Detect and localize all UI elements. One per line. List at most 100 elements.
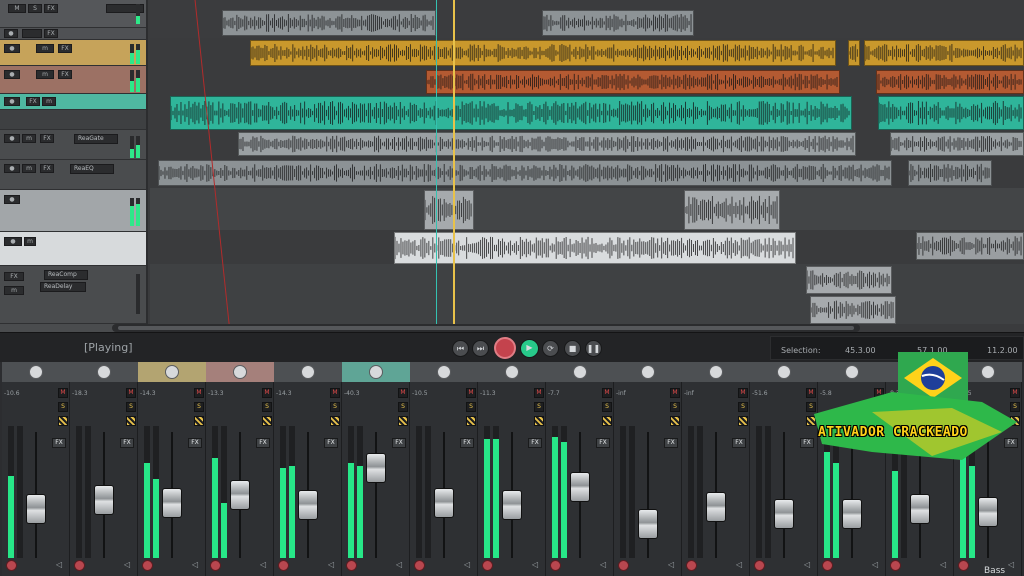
record-arm-button[interactable]: ● xyxy=(4,164,20,173)
track-lanes[interactable] xyxy=(150,0,1024,332)
speaker-icon[interactable]: ◁ xyxy=(1008,560,1018,570)
solo-button[interactable]: S xyxy=(330,402,340,412)
io-button[interactable]: m xyxy=(36,70,54,79)
pan-knob[interactable] xyxy=(97,365,111,379)
fx-button[interactable]: FX xyxy=(58,44,72,53)
fx-button[interactable]: FX xyxy=(392,438,406,448)
horizontal-scrollbar[interactable] xyxy=(112,324,860,332)
volume-fader[interactable] xyxy=(162,487,182,518)
stop-button[interactable]: ■ xyxy=(564,340,581,357)
volume-readout[interactable]: -inf xyxy=(684,390,694,397)
volume-fader[interactable] xyxy=(910,494,930,525)
fx-button[interactable]: FX xyxy=(188,438,202,448)
speaker-icon[interactable]: ◁ xyxy=(736,560,746,570)
pan-knob[interactable] xyxy=(301,365,315,379)
record-arm-button[interactable]: ● xyxy=(4,195,20,204)
phase-button[interactable] xyxy=(194,416,204,426)
pan-knob[interactable] xyxy=(437,365,451,379)
pan-knob[interactable] xyxy=(369,365,383,379)
phase-button[interactable] xyxy=(466,416,476,426)
volume-fader[interactable] xyxy=(94,484,114,515)
record-arm-button[interactable] xyxy=(74,560,85,571)
pan-knob[interactable] xyxy=(777,365,791,379)
pan-knob[interactable] xyxy=(709,365,723,379)
media-item[interactable] xyxy=(810,296,896,324)
volume-readout[interactable]: -18.3 xyxy=(72,390,88,397)
volume-fader[interactable] xyxy=(774,499,794,530)
media-item[interactable] xyxy=(908,160,992,186)
mute-button[interactable]: M xyxy=(330,388,340,398)
fx-button[interactable]: FX xyxy=(44,29,58,38)
solo-button[interactable]: S xyxy=(28,4,42,13)
fx-button[interactable]: FX xyxy=(664,438,678,448)
media-item[interactable] xyxy=(684,190,780,230)
speaker-icon[interactable]: ◁ xyxy=(328,560,338,570)
phase-button[interactable] xyxy=(126,416,136,426)
volume-readout[interactable]: -10.6 xyxy=(4,390,20,397)
arrange-view[interactable]: M S FX ● FX ● m FX ● m FX ● FX m ● m FX … xyxy=(0,0,1024,332)
track-header[interactable]: ● FX xyxy=(0,28,146,40)
go-to-end-button[interactable]: ⏭ xyxy=(472,340,489,357)
record-arm-button[interactable] xyxy=(142,560,153,571)
media-item[interactable] xyxy=(806,266,892,294)
record-arm-button[interactable] xyxy=(482,560,493,571)
media-item[interactable] xyxy=(424,190,474,230)
solo-button[interactable]: S xyxy=(194,402,204,412)
media-item[interactable] xyxy=(250,40,836,66)
mute-button[interactable]: M xyxy=(738,388,748,398)
io-button[interactable]: m xyxy=(22,134,36,143)
volume-fader[interactable] xyxy=(638,508,658,539)
play-button[interactable]: ▶ xyxy=(520,339,539,358)
mute-button[interactable]: M xyxy=(194,388,204,398)
track-header[interactable]: ● m xyxy=(0,232,146,266)
volume-fader[interactable] xyxy=(502,489,522,520)
solo-button[interactable]: S xyxy=(534,402,544,412)
solo-button[interactable]: S xyxy=(262,402,272,412)
media-item[interactable] xyxy=(222,10,436,36)
track-header[interactable]: ● m FX ReaGate xyxy=(0,130,146,160)
record-arm-button[interactable] xyxy=(6,560,17,571)
record-arm-button[interactable] xyxy=(958,560,969,571)
volume-fader[interactable] xyxy=(26,494,46,525)
solo-button[interactable]: S xyxy=(126,402,136,412)
volume-fader[interactable] xyxy=(978,497,998,528)
track-header[interactable]: FX m ReaComp ReaDelay xyxy=(0,266,146,324)
solo-button[interactable]: S xyxy=(602,402,612,412)
phase-button[interactable] xyxy=(534,416,544,426)
playhead[interactable] xyxy=(453,0,455,332)
volume-fader[interactable] xyxy=(230,480,250,510)
phase-button[interactable] xyxy=(398,416,408,426)
fx-button[interactable]: FX xyxy=(120,438,134,448)
go-to-start-button[interactable]: ⏮ xyxy=(452,340,469,357)
speaker-icon[interactable]: ◁ xyxy=(124,560,134,570)
record-arm-button[interactable] xyxy=(346,560,357,571)
media-item[interactable] xyxy=(890,132,1024,156)
io-button[interactable]: m xyxy=(4,286,24,295)
track-header[interactable]: ● m FX xyxy=(0,66,146,94)
media-item[interactable] xyxy=(158,160,892,186)
fx-button[interactable]: FX xyxy=(40,134,54,143)
record-arm-button[interactable] xyxy=(210,560,221,571)
phase-button[interactable] xyxy=(670,416,680,426)
track-header[interactable] xyxy=(0,110,146,130)
repeat-button[interactable]: ⟳ xyxy=(542,340,559,357)
phase-button[interactable] xyxy=(330,416,340,426)
speaker-icon[interactable]: ◁ xyxy=(600,560,610,570)
phase-button[interactable] xyxy=(738,416,748,426)
volume-readout[interactable]: -14.3 xyxy=(276,390,292,397)
pan-knob[interactable] xyxy=(505,365,519,379)
io-button[interactable]: m xyxy=(36,44,54,53)
volume-readout[interactable]: -14.3 xyxy=(140,390,156,397)
pan-knob[interactable] xyxy=(641,365,655,379)
media-item[interactable] xyxy=(426,70,840,94)
mute-button[interactable]: M xyxy=(262,388,272,398)
record-arm-button[interactable] xyxy=(414,560,425,571)
volume-fader[interactable] xyxy=(298,489,318,520)
record-arm-button[interactable]: FX xyxy=(4,272,24,281)
volume-fader[interactable] xyxy=(434,487,454,518)
record-arm-button[interactable]: ● xyxy=(4,134,20,143)
volume-readout[interactable]: -10.5 xyxy=(412,390,428,397)
media-item[interactable] xyxy=(878,96,1024,130)
io-button[interactable] xyxy=(22,29,42,38)
pan-knob[interactable] xyxy=(165,365,179,379)
